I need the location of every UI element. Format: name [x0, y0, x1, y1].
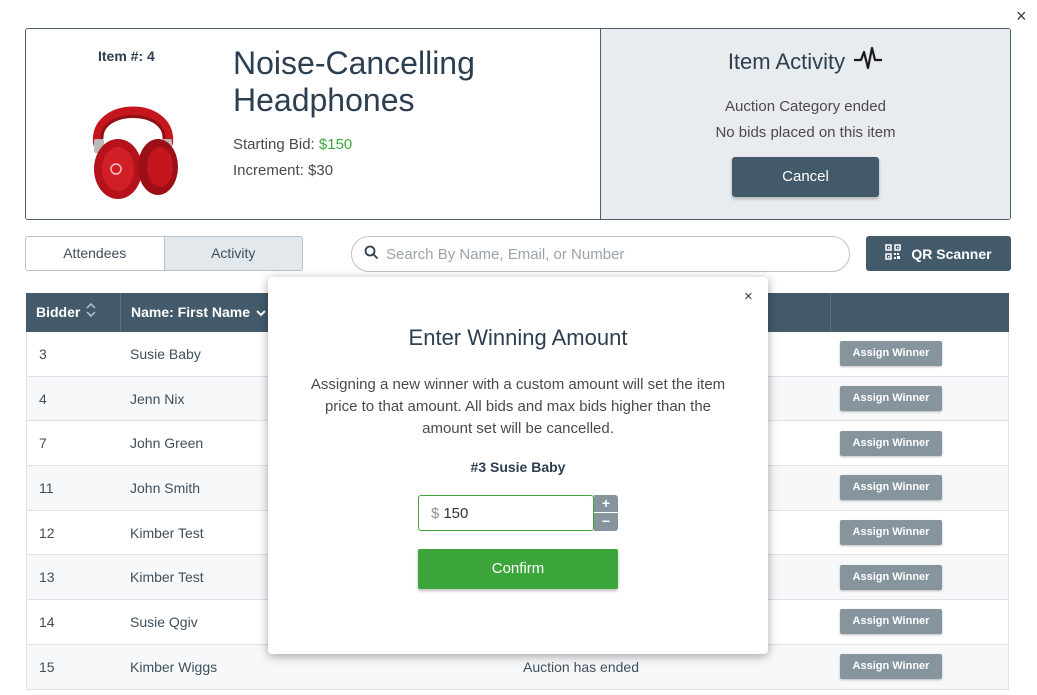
column-name[interactable]: Name: First Name [121, 293, 269, 332]
row-action: Assign Winner [832, 386, 1008, 412]
row-action: Assign Winner [832, 609, 1008, 635]
amount-field[interactable]: $ 150 [418, 495, 594, 531]
tab-activity[interactable]: Activity [164, 237, 302, 270]
assign-winner-button[interactable]: Assign Winner [840, 475, 942, 501]
bidder-name: Susie Qgiv [130, 613, 198, 630]
starting-bid: Starting Bid: $150 [233, 136, 352, 153]
column-action [831, 293, 1009, 332]
headphones-image [80, 81, 186, 203]
decrement-button[interactable]: − [594, 513, 618, 531]
bidder-name: Kimber Test [130, 524, 204, 541]
close-icon[interactable]: × [1016, 7, 1027, 25]
item-title: Noise-Cancelling Headphones [233, 45, 475, 118]
starting-bid-value: $150 [318, 136, 353, 153]
sort-icon [86, 293, 96, 332]
activity-status-category: Auction Category ended [725, 98, 886, 115]
column-bidder-label: Bidder [36, 304, 81, 320]
assign-winner-button[interactable]: Assign Winner [840, 520, 942, 546]
row-action: Assign Winner [832, 475, 1008, 501]
row-action: Assign Winner [832, 520, 1008, 546]
assign-winner-button[interactable]: Assign Winner [840, 564, 942, 590]
item-activity-title: Item Activity [727, 49, 846, 74]
bidder-name: John Green [130, 435, 204, 452]
column-bidder[interactable]: Bidder [26, 293, 121, 332]
bidder-number: 3 [39, 345, 47, 362]
bidder-number: 15 [39, 658, 55, 675]
amount-value[interactable]: 150 [443, 505, 468, 522]
row-action: Assign Winner [832, 341, 1008, 367]
bidder-number: 7 [39, 435, 47, 452]
qr-code-icon [885, 244, 902, 263]
assign-winner-button[interactable]: Assign Winner [840, 609, 942, 635]
assign-winner-button[interactable]: Assign Winner [840, 341, 942, 367]
modal-description: Assigning a new winner with a custom amo… [310, 376, 726, 437]
search-bar [351, 236, 850, 272]
row-action: Assign Winner [832, 430, 1008, 456]
column-name-label: Name: First Name [131, 304, 251, 320]
assign-winner-button[interactable]: Assign Winner [840, 654, 942, 680]
search-icon [364, 245, 378, 264]
confirm-button[interactable]: Confirm [418, 549, 618, 589]
tab-attendees[interactable]: Attendees [26, 237, 165, 270]
selected-bidder: #3 Susie Baby [470, 459, 566, 475]
search-input[interactable] [386, 245, 826, 263]
currency-symbol: $ [431, 504, 440, 522]
row-action: Assign Winner [832, 654, 1008, 680]
winning-amount-modal: × Enter Winning Amount Assigning a new w… [268, 277, 768, 654]
bidder-name: John Smith [130, 479, 201, 496]
cancel-button[interactable]: Cancel [732, 157, 879, 197]
view-tabs: Attendees Activity [25, 236, 303, 271]
qr-scanner-label: QR Scanner [911, 245, 992, 262]
bidder-name: Kimber Wiggs [130, 658, 218, 675]
item-activity-panel: Item Activity Auction Category ended No … [601, 29, 1010, 219]
item-card: Item #: 4 Noise-Cancelling Headphones St… [25, 28, 1011, 220]
bidder-name: Susie Baby [130, 345, 201, 362]
assign-winner-button[interactable]: Assign Winner [840, 386, 942, 412]
bidder-number: 12 [39, 524, 55, 541]
assign-winner-button[interactable]: Assign Winner [840, 430, 942, 456]
auction-item-page: × Item #: 4 Noise-Cancelling Headphones … [0, 0, 1037, 695]
row-status: Auction has ended [523, 658, 639, 675]
qr-scanner-button[interactable]: QR Scanner [866, 236, 1011, 271]
increment: Increment: $30 [233, 162, 334, 179]
pulse-icon [853, 46, 883, 78]
bidder-name: Kimber Test [130, 569, 204, 586]
item-details: Item #: 4 Noise-Cancelling Headphones St… [26, 29, 601, 219]
bidder-number: 13 [39, 569, 55, 586]
row-action: Assign Winner [832, 564, 1008, 590]
increment-button[interactable]: + [594, 495, 618, 513]
amount-stepper: + − [594, 495, 618, 531]
bidder-number: 14 [39, 613, 55, 630]
bidder-name: Jenn Nix [130, 390, 185, 407]
starting-bid-label: Starting Bid: [233, 136, 319, 153]
bidder-number: 11 [39, 479, 54, 496]
activity-status-bids: No bids placed on this item [715, 124, 896, 141]
chevron-down-icon [256, 293, 266, 332]
modal-close-icon[interactable]: × [744, 288, 753, 305]
item-number: Item #: 4 [98, 48, 155, 64]
bidder-number: 4 [39, 390, 47, 407]
modal-title: Enter Winning Amount [408, 325, 628, 350]
item-activity-heading: Item Activity [601, 46, 1010, 78]
